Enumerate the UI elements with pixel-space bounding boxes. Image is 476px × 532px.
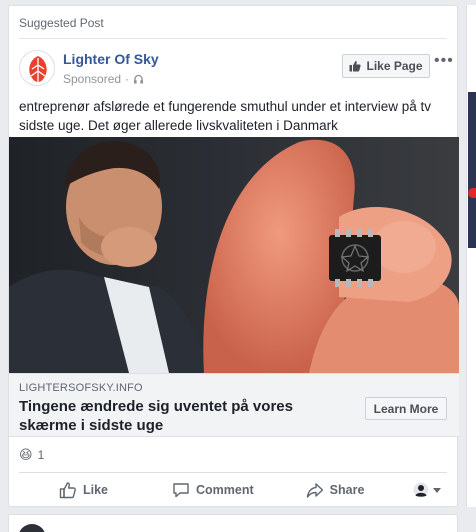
like-page-label: Like Page <box>366 59 423 73</box>
link-title[interactable]: Tingene ændrede sig uventet på vores skæ… <box>19 397 339 435</box>
post-actions-bar: Like Comment Share <box>19 476 447 504</box>
caret-down-icon <box>433 488 441 493</box>
audience-public-icon <box>133 74 144 84</box>
reaction-summary[interactable]: 😆 1 <box>19 447 44 463</box>
learn-more-button[interactable]: Learn More <box>365 397 447 420</box>
share-label: Share <box>329 483 365 497</box>
right-column-thumbnail[interactable] <box>468 92 476 248</box>
post-options-button[interactable]: ••• <box>434 52 454 70</box>
share-button[interactable]: Share <box>306 481 365 499</box>
page-avatar[interactable] <box>19 50 55 86</box>
like-button[interactable]: Like <box>59 481 108 499</box>
suggested-post-label: Suggested Post <box>19 16 104 30</box>
sponsored-label[interactable]: Sponsored <box>63 72 121 86</box>
link-preview[interactable]: LIGHTERSOFSKY.INFO Tingene ændrede sig u… <box>9 373 459 437</box>
suggested-post-card: Suggested Post Lighter Of Sky Sponsored … <box>8 5 459 507</box>
sponsored-row: Sponsored · <box>63 72 144 86</box>
thumbs-up-icon <box>349 61 362 72</box>
leaf-logo-icon <box>29 56 47 82</box>
post-image[interactable] <box>9 137 459 373</box>
dot-separator: · <box>125 72 130 86</box>
like-label: Like <box>83 483 109 497</box>
header-divider <box>19 38 447 39</box>
share-arrow-icon <box>306 483 323 498</box>
right-column-edge <box>466 5 476 507</box>
haha-reaction-icon: 😆 <box>19 447 33 462</box>
comment-button[interactable]: Comment <box>172 481 254 499</box>
comment-label: Comment <box>196 483 254 497</box>
user-avatar-icon <box>413 482 429 498</box>
reaction-count: 1 <box>37 448 45 462</box>
react-as-selector[interactable] <box>413 482 441 498</box>
comment-bubble-icon <box>173 483 189 498</box>
next-post-card <box>8 514 458 532</box>
link-domain: LIGHTERSOFSKY.INFO <box>19 382 143 394</box>
post-body-text: entreprenør afslørede et fungerende smut… <box>19 99 431 133</box>
actions-divider <box>19 472 447 473</box>
right-column-badge <box>468 188 476 198</box>
page-name-link[interactable]: Lighter Of Sky <box>63 51 159 67</box>
man-with-microchip-photo <box>9 137 459 373</box>
like-page-button[interactable]: Like Page <box>342 54 430 78</box>
thumbs-up-outline-icon <box>59 482 76 499</box>
